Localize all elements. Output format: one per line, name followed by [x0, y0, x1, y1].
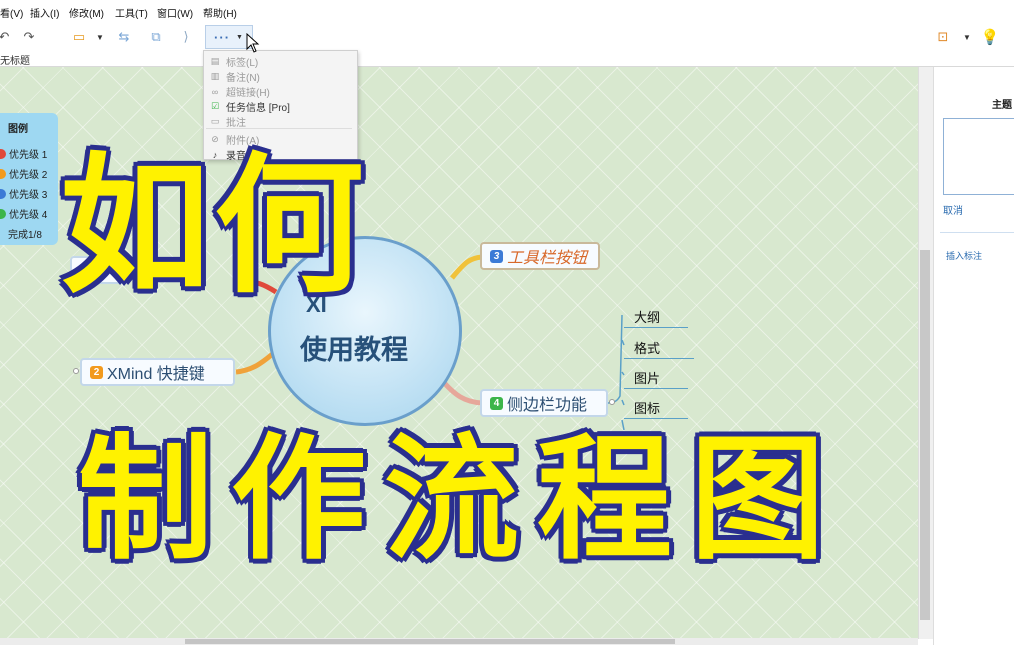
menu-item-task-info[interactable]: ☑ 任务信息 [Pro] [210, 99, 290, 114]
link-icon: ∞ [211, 86, 219, 97]
legend-title: 图例 [8, 124, 28, 135]
legend-item-progress: 完成1/8 [8, 230, 42, 241]
subtopic-format[interactable]: 格式 [634, 338, 660, 357]
priority-badge: 3 [490, 249, 503, 263]
vertical-scroll-thumb[interactable] [920, 250, 930, 620]
topic-sidebar-features[interactable]: 4 侧边栏功能 [480, 389, 608, 417]
topic-label: XMind 快捷键 [107, 366, 205, 383]
chevron-down-icon[interactable]: ▼ [962, 28, 972, 46]
cancel-link[interactable]: 取消 [943, 202, 963, 217]
subtopic-icon[interactable]: 图标 [634, 398, 660, 417]
priority-badge: 2 [90, 365, 103, 379]
subtopic-underline [624, 327, 688, 328]
comment-textarea[interactable] [943, 118, 1014, 195]
divider [940, 232, 1014, 233]
menu-separator [206, 128, 352, 129]
subtopic-outline[interactable]: 大纲 [634, 307, 660, 326]
lightbulb-icon[interactable]: 💡 [981, 28, 1000, 46]
priority-3-icon [0, 188, 6, 199]
central-topic-label: 使用教程 [300, 335, 408, 365]
subtopic-underline [624, 358, 694, 359]
collapse-handle[interactable] [609, 399, 615, 405]
menu-item-label[interactable]: ▤ 标签(L) [210, 54, 259, 69]
overlay-title-line2: 制作流程图 [77, 421, 843, 578]
insert-comment-link[interactable]: 插入标注 [946, 249, 982, 262]
comment-icon: ▭ [210, 116, 220, 126]
subtopic-underline [624, 418, 688, 419]
overlay-title-line1: 如何 [58, 140, 369, 314]
priority-2-icon [0, 168, 6, 179]
subtopic-underline [624, 388, 688, 389]
priority-4-icon [0, 208, 6, 219]
task-icon: ☑ [210, 101, 220, 111]
legend-panel[interactable]: 图例 优先级 1 优先级 2 优先级 3 优先级 4 完成1/8 [0, 113, 58, 245]
priority-badge: 4 [490, 396, 503, 410]
legend-item-priority-2: 优先级 2 [0, 166, 47, 181]
menu-item-comment[interactable]: ▭ 批注 [210, 114, 246, 129]
legend-item-priority-4: 优先级 4 [0, 206, 47, 221]
panel-title: 主题 [992, 100, 1012, 111]
tag-icon: ▤ [210, 56, 220, 66]
priority-1-icon [0, 148, 6, 159]
legend-item-priority-3: 优先级 3 [0, 186, 47, 201]
topic-label: 工具栏按钮 [507, 250, 588, 267]
menu-item-note[interactable]: ▥ 备注(N) [210, 69, 260, 84]
topic-toolbar-buttons[interactable]: 3 工具栏按钮 [480, 242, 600, 270]
presentation-icon[interactable]: ⊡ [934, 28, 952, 46]
topic-shortcuts[interactable]: 2 XMind 快捷键 [80, 358, 235, 386]
topic-label: 侧边栏功能 [507, 397, 588, 414]
menu-item-hyperlink[interactable]: ∞ 超链接(H) [210, 84, 270, 100]
legend-item-priority-1: 优先级 1 [0, 146, 47, 161]
collapse-handle[interactable] [73, 368, 79, 374]
subtopic-image[interactable]: 图片 [634, 368, 660, 387]
mouse-cursor-icon [246, 33, 260, 53]
note-icon: ▥ [210, 71, 220, 81]
